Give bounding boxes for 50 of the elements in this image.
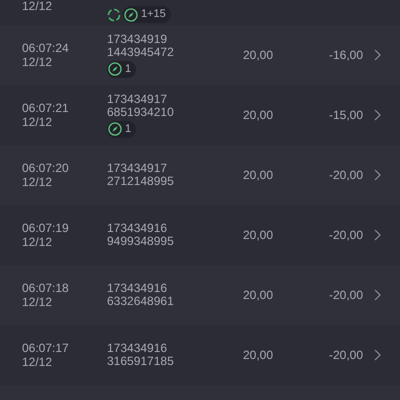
- compass-icon: [108, 122, 122, 136]
- date-text: 12/12: [22, 355, 54, 369]
- change-value: -20,00: [328, 288, 363, 302]
- date-text: 12/12: [22, 55, 54, 69]
- order-id: 6851934210: [107, 106, 175, 118]
- order-id: 3165917185: [107, 355, 175, 368]
- order-id: 173434916: [107, 222, 168, 235]
- compass-icon: [108, 62, 122, 76]
- order-id: 173434919: [107, 32, 168, 46]
- time-text: 06:07:20: [22, 161, 70, 175]
- change-value: -15,00: [328, 108, 363, 122]
- sync-icon: [107, 8, 121, 22]
- date-text: 12/12: [22, 235, 54, 249]
- chevron-right-icon[interactable]: [374, 229, 381, 241]
- change-value: -20,00: [328, 348, 363, 362]
- amount-value: 20,00: [242, 228, 273, 242]
- order-id: 2712148995: [107, 175, 175, 188]
- amount-value: 20,00: [242, 108, 273, 122]
- order-id: 173434917: [107, 92, 168, 106]
- compass-badge: 1: [107, 120, 136, 138]
- time-text: 06:07:17: [22, 341, 70, 355]
- chevron-right-icon[interactable]: [374, 169, 381, 181]
- compass-badge: 1: [107, 60, 136, 78]
- amount-value: 20,00: [242, 168, 273, 182]
- time-text: 06:07:24: [22, 41, 70, 55]
- time-text: 06:07:21: [22, 101, 70, 115]
- date-text: 12/12: [22, 115, 54, 129]
- time-text: 06:07:18: [22, 281, 70, 295]
- order-id: 173434916: [107, 342, 168, 355]
- order-id: 6332648961: [107, 295, 175, 308]
- amount-value: 20,00: [242, 48, 273, 62]
- time-text: 06:07:19: [22, 221, 70, 235]
- chevron-right-icon[interactable]: [374, 49, 381, 61]
- chevron-right-icon[interactable]: [374, 349, 381, 361]
- order-id: 173434917: [107, 162, 168, 175]
- chevron-right-icon[interactable]: [374, 109, 381, 121]
- order-id: 1443945472: [107, 46, 175, 58]
- change-value: -20,00: [328, 168, 363, 182]
- date-text: 12/12: [22, 175, 54, 189]
- order-id: 9499348995: [107, 235, 175, 248]
- date-text: 12/12: [22, 0, 54, 13]
- compass-badge: 1+15: [123, 6, 171, 23]
- change-value: -20,00: [328, 228, 363, 242]
- amount-value: 20,00: [242, 348, 273, 362]
- compass-icon: [124, 8, 138, 22]
- date-text: 12/12: [22, 295, 54, 309]
- amount-value: 20,00: [242, 288, 273, 302]
- change-value: -16,00: [328, 48, 363, 62]
- order-id: 173434916: [107, 282, 168, 295]
- chevron-right-icon[interactable]: [374, 289, 381, 301]
